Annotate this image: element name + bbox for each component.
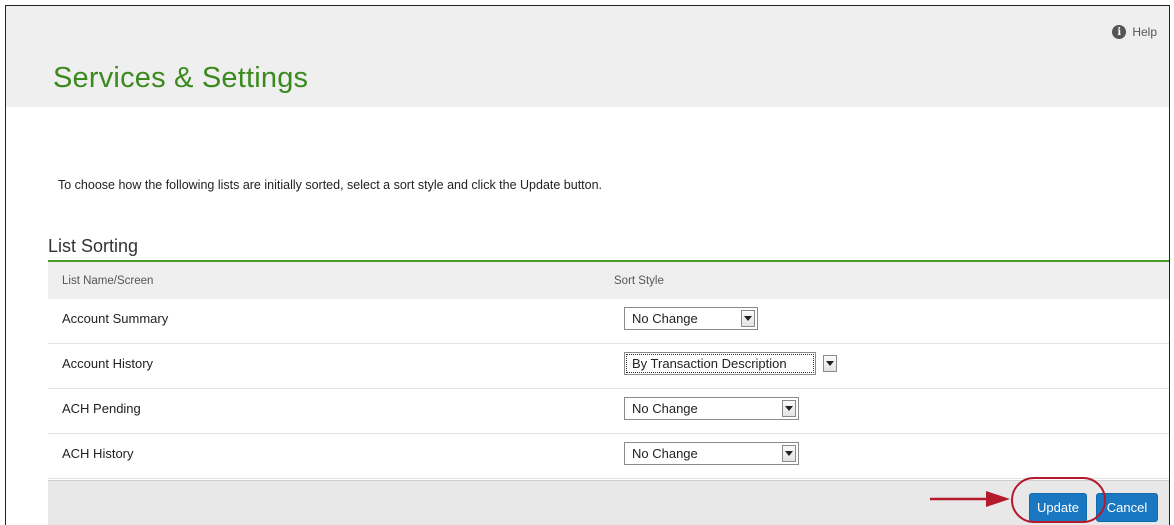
table-header: List Name/Screen Sort Style bbox=[48, 262, 1169, 299]
sort-style-select-account-summary[interactable]: No Change bbox=[624, 307, 758, 330]
sort-style-select-account-history[interactable]: By Transaction Description bbox=[624, 352, 837, 375]
select-value: No Change bbox=[632, 311, 698, 326]
sort-style-select-ach-pending[interactable]: No Change bbox=[624, 397, 799, 420]
cancel-button[interactable]: Cancel bbox=[1096, 493, 1158, 522]
sort-style-select-ach-history[interactable]: No Change bbox=[624, 442, 799, 465]
table-row: Account History By Transaction Descripti… bbox=[48, 344, 1169, 389]
table-row: ACH History No Change bbox=[48, 434, 1169, 479]
info-icon: i bbox=[1112, 25, 1127, 39]
table-row: ACH Pending No Change bbox=[48, 389, 1169, 434]
help-link[interactable]: i Help bbox=[1112, 25, 1157, 39]
section-title: List Sorting bbox=[48, 236, 139, 256]
chevron-down-icon[interactable] bbox=[782, 400, 796, 417]
chevron-down-icon[interactable] bbox=[823, 355, 837, 372]
list-name: ACH History bbox=[62, 446, 134, 461]
select-value: No Change bbox=[632, 446, 698, 461]
instructions-text: To choose how the following lists are in… bbox=[58, 178, 603, 192]
page-frame: i Help Services & Settings To choose how… bbox=[5, 5, 1170, 525]
chevron-down-icon[interactable] bbox=[782, 445, 796, 462]
chevron-down-icon[interactable] bbox=[741, 310, 755, 327]
page-header: i Help Services & Settings bbox=[6, 6, 1169, 107]
list-sorting-table: List Name/Screen Sort Style Account Summ… bbox=[48, 262, 1169, 479]
help-label: Help bbox=[1132, 25, 1157, 39]
column-header-list-name: List Name/Screen bbox=[62, 274, 154, 287]
select-value: No Change bbox=[632, 401, 698, 416]
list-name: Account Summary bbox=[62, 311, 169, 326]
list-name: Account History bbox=[62, 356, 154, 371]
form-footer: Update Cancel bbox=[48, 480, 1169, 525]
update-button[interactable]: Update bbox=[1029, 493, 1087, 522]
column-header-sort-style: Sort Style bbox=[614, 274, 664, 287]
page-title: Services & Settings bbox=[53, 62, 309, 94]
select-value: By Transaction Description bbox=[632, 356, 787, 371]
list-name: ACH Pending bbox=[62, 401, 141, 416]
table-row: Account Summary No Change bbox=[48, 299, 1169, 344]
